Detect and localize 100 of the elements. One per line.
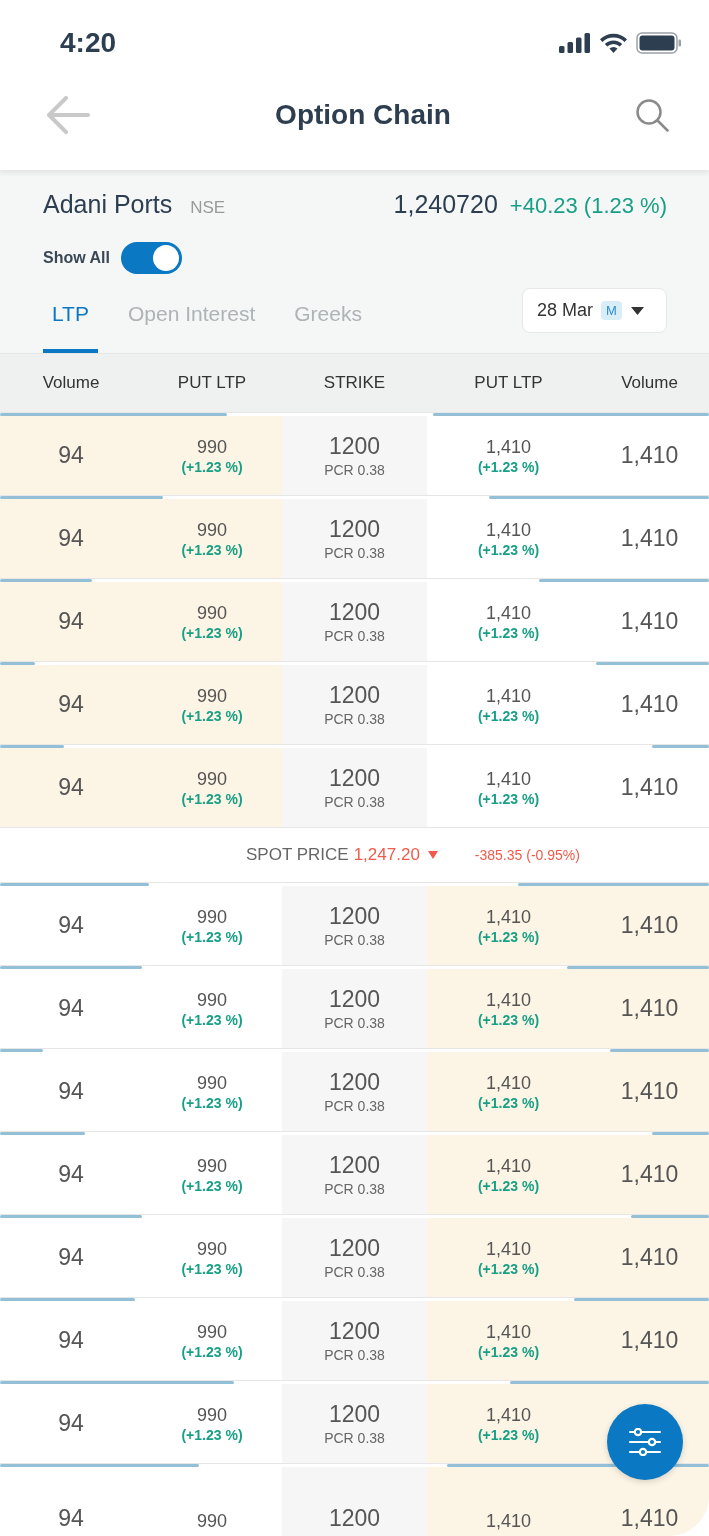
column-header: STRIKE (322, 373, 387, 393)
volume-value: 94 (58, 1244, 84, 1271)
battery-icon (636, 31, 682, 54)
strike-value: 1200 (328, 1069, 381, 1096)
ltp-value: 1,410 (485, 768, 531, 790)
volume-value: 94 (58, 525, 84, 552)
change-value: (+1.23 %) (181, 790, 243, 807)
change-value: (+1.23 %) (477, 541, 540, 558)
ltp-value: 1,410 (485, 602, 531, 624)
column-header: PUT LTP (176, 373, 248, 393)
column-header: Volume (620, 373, 679, 393)
volume-value: 1,410 (620, 525, 679, 552)
strike-value: 1200 (328, 1235, 381, 1262)
strike-value: 1200 (328, 1152, 381, 1179)
volume-value: 1,410 (620, 1161, 679, 1188)
change-value: (+1.23 %) (181, 541, 243, 558)
pcr-value: PCR 0.38 (324, 1347, 385, 1363)
back-arrow-icon (46, 96, 90, 134)
pcr-value: PCR 0.38 (324, 628, 385, 644)
ltp-value: 990 (196, 1511, 227, 1532)
pcr-value: PCR 0.38 (324, 1098, 385, 1114)
spot-price-value: 1,247.20 (353, 845, 420, 865)
ltp-value: 1,410 (485, 685, 531, 707)
strike-value: 1200 (328, 1505, 381, 1532)
strike-value: 1200 (328, 682, 381, 709)
pcr-value: PCR 0.38 (324, 932, 385, 948)
change-value: (+1.23 %) (181, 1343, 243, 1360)
page-title: Option Chain (274, 99, 452, 131)
ltp-value: 990 (196, 1072, 227, 1094)
pcr-value: PCR 0.38 (324, 794, 385, 810)
strike-value: 1200 (328, 903, 381, 930)
change-value: (+1.23 %) (181, 707, 243, 724)
ltp-value: 990 (196, 519, 227, 541)
toggle-switch[interactable] (120, 242, 182, 274)
change-value: (+1.23 %) (477, 624, 540, 641)
volume-value: 1,410 (620, 912, 679, 939)
change-value: (+1.23 %) (181, 1177, 243, 1194)
change-value: (+1.23 %) (477, 928, 540, 945)
strike-value: 1200 (328, 516, 381, 543)
ltp-value: 990 (196, 1404, 227, 1426)
volume-value: 1,410 (620, 608, 679, 635)
instrument-price: 1,240720 (393, 190, 498, 219)
ltp-value: 1,410 (485, 906, 531, 928)
change-value: (+1.23 %) (181, 928, 243, 945)
strike-value: 1200 (328, 433, 381, 460)
volume-value: 94 (58, 1505, 84, 1532)
pcr-value: PCR 0.38 (324, 1430, 385, 1446)
volume-value: 1,410 (620, 691, 679, 718)
spot-change-value: -385.35 (-0.95%) (474, 847, 580, 863)
volume-value: 1,410 (620, 442, 679, 469)
pcr-value: PCR 0.38 (324, 545, 385, 561)
wifi-icon (599, 32, 628, 53)
ltp-value: 1,410 (485, 989, 531, 1011)
change-value: (+1.23 %) (477, 458, 540, 475)
instrument-name: Adani Ports (43, 190, 173, 219)
expiry-dropdown[interactable]: 28 Mar M (522, 288, 667, 333)
volume-value: 94 (58, 1410, 84, 1437)
caret-down-icon (631, 306, 644, 315)
ltp-value: 1,410 (485, 519, 531, 541)
ltp-value: 1,410 (485, 1072, 531, 1094)
change-value: (+1.23 %) (477, 1426, 540, 1443)
pcr-value: PCR 0.38 (324, 462, 385, 478)
volume-value: 94 (58, 442, 84, 469)
search-icon (636, 98, 669, 132)
toggle-label: Show All (43, 249, 110, 267)
ltp-value: 1,410 (485, 1511, 531, 1532)
volume-value: 1,410 (620, 1244, 679, 1271)
volume-value: 94 (58, 1161, 84, 1188)
price-change: +40.23 (1.23 %) (509, 193, 667, 219)
expiry-badge: M (601, 301, 622, 320)
change-value: (+1.23 %) (181, 1094, 243, 1111)
strike-value: 1200 (328, 986, 381, 1013)
change-value: (+1.23 %) (181, 1011, 243, 1028)
search-button[interactable] (636, 98, 669, 132)
ltp-value: 1,410 (485, 1238, 531, 1260)
strike-value: 1200 (328, 1318, 381, 1345)
pcr-value: PCR 0.38 (324, 1264, 385, 1280)
ltp-value: 1,410 (485, 1404, 531, 1426)
ltp-value: 1,410 (485, 1155, 531, 1177)
volume-value: 94 (58, 995, 84, 1022)
status-time: 4:20 (60, 26, 117, 59)
spot-price-label: SPOT PRICE (246, 845, 349, 865)
exchange-label: NSE (190, 198, 226, 218)
volume-value: 1,410 (620, 1505, 679, 1532)
ltp-value: 990 (196, 1155, 227, 1177)
volume-value: 94 (58, 1078, 84, 1105)
volume-value: 94 (58, 1327, 84, 1354)
change-value: (+1.23 %) (477, 1260, 540, 1277)
volume-value: 1,410 (620, 1078, 679, 1105)
pcr-value: PCR 0.38 (324, 1015, 385, 1031)
ltp-value: 1,410 (485, 1321, 531, 1343)
ltp-value: 990 (196, 1238, 227, 1260)
pcr-value: PCR 0.38 (324, 711, 385, 727)
ltp-value: 990 (196, 768, 227, 790)
column-header: PUT LTP (473, 373, 544, 393)
ltp-value: 990 (196, 685, 227, 707)
ltp-value: 990 (196, 989, 227, 1011)
strike-value: 1200 (328, 765, 381, 792)
volume-value: 1,410 (620, 1327, 679, 1354)
ltp-value: 990 (196, 436, 227, 458)
